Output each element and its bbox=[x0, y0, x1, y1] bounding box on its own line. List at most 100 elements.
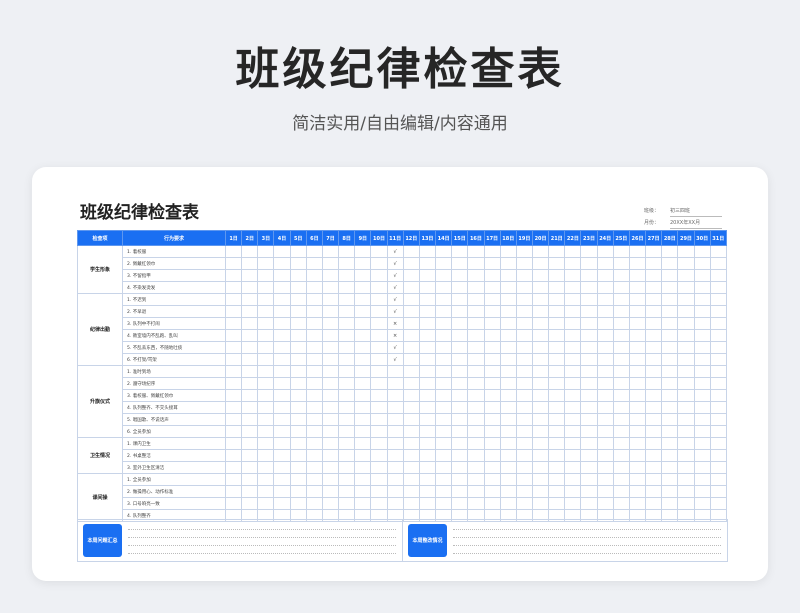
day-check-cell[interactable] bbox=[338, 353, 356, 366]
day-check-cell[interactable] bbox=[661, 401, 679, 414]
day-check-cell[interactable] bbox=[596, 425, 614, 438]
day-check-cell[interactable] bbox=[467, 401, 485, 414]
day-check-cell[interactable] bbox=[370, 377, 388, 390]
day-check-cell[interactable] bbox=[677, 365, 695, 378]
day-check-cell[interactable] bbox=[241, 269, 259, 282]
day-check-cell[interactable] bbox=[467, 389, 485, 402]
day-check-cell[interactable] bbox=[645, 413, 663, 426]
day-check-cell[interactable] bbox=[564, 245, 582, 258]
day-check-cell[interactable] bbox=[321, 341, 340, 354]
day-check-cell[interactable] bbox=[645, 461, 663, 474]
day-check-cell[interactable] bbox=[241, 341, 259, 354]
day-check-cell[interactable] bbox=[418, 401, 437, 414]
day-check-cell[interactable] bbox=[709, 497, 727, 510]
day-check-cell[interactable] bbox=[321, 365, 340, 378]
day-check-cell[interactable] bbox=[645, 473, 663, 486]
day-check-cell[interactable] bbox=[241, 413, 259, 426]
day-check-cell[interactable] bbox=[580, 389, 598, 402]
day-check-cell[interactable] bbox=[628, 449, 647, 462]
day-check-cell[interactable] bbox=[661, 281, 679, 294]
day-check-cell[interactable] bbox=[693, 377, 711, 390]
day-check-cell[interactable] bbox=[402, 269, 420, 282]
day-check-cell[interactable] bbox=[693, 293, 711, 306]
day-check-cell[interactable] bbox=[370, 353, 388, 366]
day-check-cell[interactable] bbox=[418, 461, 437, 474]
day-check-cell[interactable] bbox=[661, 449, 679, 462]
day-check-cell[interactable] bbox=[435, 365, 453, 378]
day-check-cell[interactable] bbox=[693, 269, 711, 282]
day-check-cell[interactable] bbox=[693, 401, 711, 414]
day-check-cell[interactable] bbox=[548, 449, 566, 462]
day-check-cell[interactable] bbox=[402, 473, 420, 486]
day-check-cell[interactable] bbox=[483, 329, 501, 342]
day-check-cell[interactable] bbox=[548, 461, 566, 474]
day-check-cell[interactable] bbox=[548, 413, 566, 426]
day-check-cell[interactable] bbox=[515, 353, 533, 366]
day-check-cell[interactable] bbox=[677, 413, 695, 426]
day-check-cell[interactable] bbox=[612, 461, 630, 474]
day-check-cell[interactable] bbox=[677, 257, 695, 270]
day-check-cell[interactable] bbox=[386, 365, 404, 378]
day-check-cell[interactable] bbox=[483, 317, 501, 330]
day-check-cell[interactable]: √ bbox=[386, 245, 404, 258]
writing-line[interactable] bbox=[453, 553, 721, 554]
day-check-cell[interactable] bbox=[370, 245, 388, 258]
day-check-cell[interactable] bbox=[564, 353, 582, 366]
day-check-cell[interactable] bbox=[467, 365, 485, 378]
day-check-cell[interactable] bbox=[321, 485, 340, 498]
day-check-cell[interactable] bbox=[321, 437, 340, 450]
day-check-cell[interactable] bbox=[451, 461, 469, 474]
day-check-cell[interactable] bbox=[677, 293, 695, 306]
day-check-cell[interactable] bbox=[273, 461, 291, 474]
day-check-cell[interactable] bbox=[709, 281, 727, 294]
day-check-cell[interactable] bbox=[273, 389, 291, 402]
day-check-cell[interactable] bbox=[354, 449, 372, 462]
day-check-cell[interactable] bbox=[645, 485, 663, 498]
day-check-cell[interactable] bbox=[661, 413, 679, 426]
day-check-cell[interactable] bbox=[418, 329, 437, 342]
day-check-cell[interactable] bbox=[677, 281, 695, 294]
day-check-cell[interactable] bbox=[677, 473, 695, 486]
day-check-cell[interactable] bbox=[354, 473, 372, 486]
day-check-cell[interactable] bbox=[305, 269, 323, 282]
day-check-cell[interactable] bbox=[224, 497, 243, 510]
day-check-cell[interactable] bbox=[645, 281, 663, 294]
day-check-cell[interactable] bbox=[386, 449, 404, 462]
day-check-cell[interactable] bbox=[273, 473, 291, 486]
day-check-cell[interactable] bbox=[451, 389, 469, 402]
day-check-cell[interactable] bbox=[418, 497, 437, 510]
day-check-cell[interactable] bbox=[596, 497, 614, 510]
day-check-cell[interactable] bbox=[386, 401, 404, 414]
day-check-cell[interactable] bbox=[354, 245, 372, 258]
day-check-cell[interactable] bbox=[596, 413, 614, 426]
day-check-cell[interactable] bbox=[531, 497, 550, 510]
day-check-cell[interactable] bbox=[386, 473, 404, 486]
day-check-cell[interactable] bbox=[402, 497, 420, 510]
day-check-cell[interactable] bbox=[224, 413, 243, 426]
day-check-cell[interactable] bbox=[305, 461, 323, 474]
day-check-cell[interactable] bbox=[709, 257, 727, 270]
day-check-cell[interactable] bbox=[548, 317, 566, 330]
day-check-cell[interactable] bbox=[257, 461, 275, 474]
day-check-cell[interactable] bbox=[612, 269, 630, 282]
day-check-cell[interactable] bbox=[402, 281, 420, 294]
day-check-cell[interactable] bbox=[661, 485, 679, 498]
day-check-cell[interactable] bbox=[370, 257, 388, 270]
day-check-cell[interactable] bbox=[645, 377, 663, 390]
day-check-cell[interactable] bbox=[435, 413, 453, 426]
day-check-cell[interactable] bbox=[645, 389, 663, 402]
day-check-cell[interactable] bbox=[661, 497, 679, 510]
day-check-cell[interactable] bbox=[451, 269, 469, 282]
day-check-cell[interactable] bbox=[289, 473, 307, 486]
day-check-cell[interactable] bbox=[531, 245, 550, 258]
day-check-cell[interactable] bbox=[289, 269, 307, 282]
day-check-cell[interactable] bbox=[354, 329, 372, 342]
day-check-cell[interactable] bbox=[677, 269, 695, 282]
day-check-cell[interactable]: √ bbox=[386, 293, 404, 306]
day-check-cell[interactable] bbox=[224, 401, 243, 414]
day-check-cell[interactable] bbox=[451, 293, 469, 306]
day-check-cell[interactable] bbox=[580, 473, 598, 486]
writing-line[interactable] bbox=[453, 545, 721, 546]
day-check-cell[interactable] bbox=[386, 437, 404, 450]
day-check-cell[interactable] bbox=[370, 269, 388, 282]
